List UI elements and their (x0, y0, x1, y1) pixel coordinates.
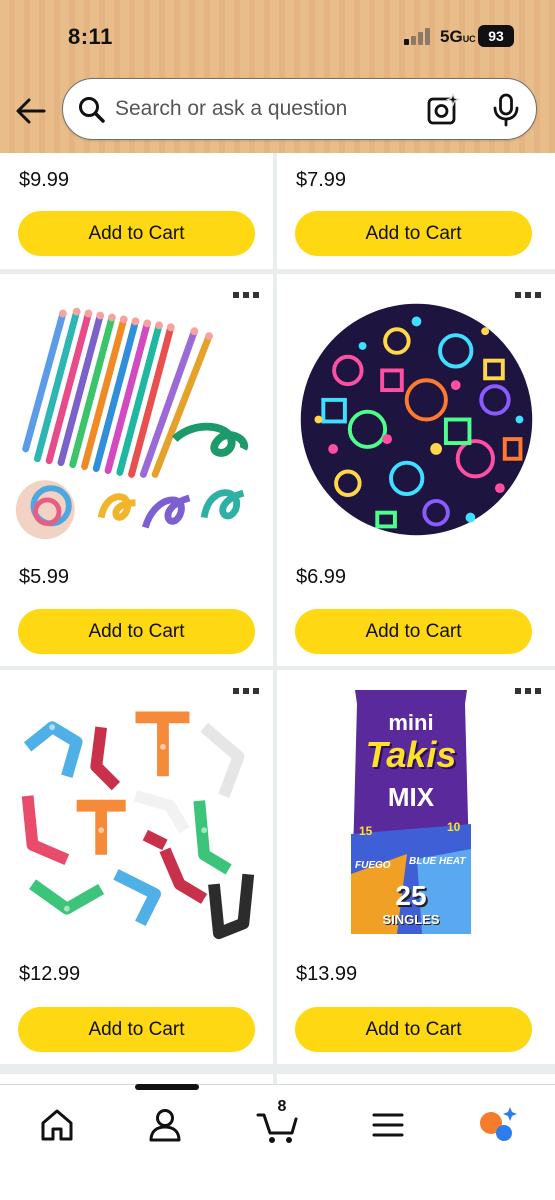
takis-variant-text: MIX (387, 782, 435, 812)
add-to-cart-button[interactable]: Add to Cart (18, 211, 255, 256)
network-label: 5GUC (440, 27, 476, 46)
add-to-cart-button[interactable]: Add to Cart (18, 609, 255, 654)
product-card[interactable]: $5.99 Add to Cart (0, 274, 273, 666)
product-card[interactable]: $9.99 Add to Cart (0, 153, 273, 269)
takis-flavor-left: FUEGO (355, 860, 391, 871)
takis-mini-text: mini (388, 710, 434, 735)
product-price: $9.99 (19, 169, 70, 191)
rufus-icon[interactable] (476, 1103, 520, 1147)
takis-singles-text: SINGLES (382, 912, 440, 927)
search-input[interactable] (115, 94, 415, 124)
cart-count-badge: 8 (277, 1098, 287, 1115)
amazon-app-screen: 8:11 5GUC 93 Search or ask a question $9… (0, 0, 555, 1200)
product-image-takis-pack[interactable]: mini Takis MIX 15 10 FUEGO BLUE HEAT 25 … (347, 684, 475, 946)
product-image-bendy-pencils[interactable] (8, 292, 263, 547)
arrow-left-icon[interactable] (14, 94, 48, 128)
battery-level: 93 (478, 25, 514, 47)
status-time: 8:11 (68, 24, 113, 49)
search-icon (79, 97, 105, 123)
scroll-indicator (135, 1084, 199, 1090)
microphone-icon[interactable] (491, 93, 521, 127)
takis-brand-text: Takis (365, 734, 457, 775)
menu-icon[interactable] (366, 1103, 410, 1147)
app-header: 8:11 5GUC 93 (0, 0, 555, 153)
product-price: $12.99 (19, 963, 81, 985)
home-icon[interactable] (35, 1103, 79, 1147)
product-image-wacky-tracks[interactable] (8, 688, 263, 943)
product-card[interactable]: $12.99 Add to Cart (0, 670, 273, 1064)
takis-total-text: 25 (395, 880, 427, 911)
takis-count-left: 15 (359, 824, 373, 838)
add-to-cart-button[interactable]: Add to Cart (295, 1007, 532, 1052)
next-row-peek (0, 1066, 555, 1084)
product-price: $6.99 (296, 566, 347, 588)
product-price: $13.99 (296, 963, 358, 985)
add-to-cart-button[interactable]: Add to Cart (18, 1007, 255, 1052)
signal-icon (404, 27, 434, 45)
product-price: $5.99 (19, 566, 70, 588)
product-card[interactable]: mini Takis MIX 15 10 FUEGO BLUE HEAT 25 … (277, 670, 555, 1064)
product-card[interactable]: $7.99 Add to Cart (277, 153, 555, 269)
takis-count-right: 10 (447, 820, 461, 834)
more-icon[interactable] (515, 686, 545, 696)
product-card[interactable]: $6.99 Add to Cart (277, 274, 555, 666)
camera-icon[interactable] (426, 93, 460, 127)
person-icon[interactable] (143, 1103, 187, 1147)
search-bar[interactable] (62, 78, 537, 140)
add-to-cart-button[interactable]: Add to Cart (295, 211, 532, 256)
takis-flavor-right: BLUE HEAT (409, 856, 466, 867)
product-image-neon-stickers[interactable] (289, 292, 544, 547)
product-price: $7.99 (296, 169, 347, 191)
add-to-cart-button[interactable]: Add to Cart (295, 609, 532, 654)
